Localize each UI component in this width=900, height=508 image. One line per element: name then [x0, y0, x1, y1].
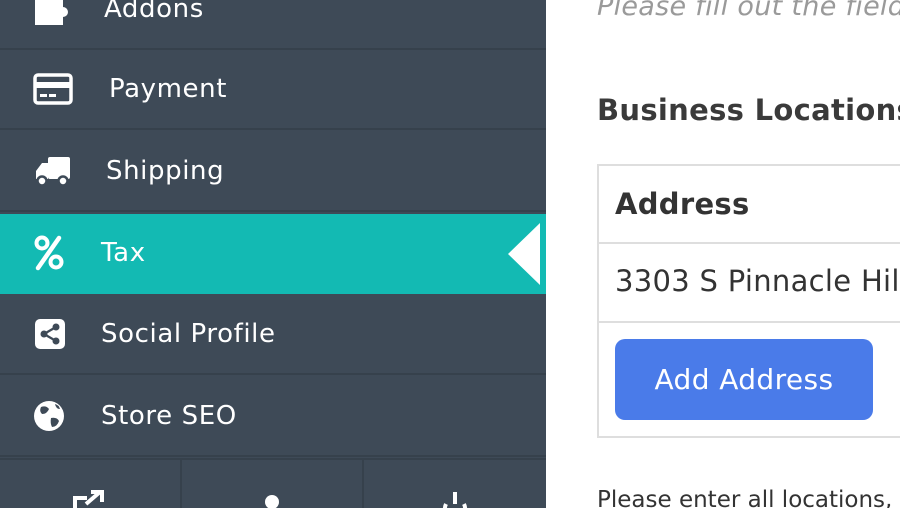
puzzle-icon [35, 0, 68, 25]
logout-button[interactable] [364, 460, 546, 508]
active-indicator [508, 223, 540, 285]
sidebar-item-label: Addons [104, 0, 204, 24]
sidebar: Addons Payment Shipping Tax Social Profi… [0, 0, 546, 508]
app-root: Addons Payment Shipping Tax Social Profi… [0, 0, 900, 508]
sidebar-item-store-seo[interactable]: Store SEO [0, 377, 546, 457]
address-cell: 3303 S Pinnacle Hills [615, 264, 900, 298]
sidebar-item-addons[interactable]: Addons [0, 0, 546, 50]
external-link-button[interactable] [0, 460, 182, 508]
table-row: 3303 S Pinnacle Hills [599, 244, 900, 323]
globe-icon [34, 401, 64, 431]
locations-note: Please enter all locations, i [597, 487, 900, 508]
sidebar-item-label: Tax [101, 238, 146, 268]
external-link-icon [73, 490, 104, 508]
power-icon [443, 492, 467, 508]
section-title: Business Locations [597, 93, 900, 127]
form-hint: Please fill out the fields [597, 0, 900, 22]
sidebar-item-tax[interactable]: Tax [0, 214, 546, 294]
sidebar-item-label: Payment [109, 74, 228, 104]
sidebar-item-label: Shipping [106, 156, 225, 186]
percent-icon [34, 235, 64, 271]
truck-icon [36, 157, 70, 187]
locations-table: Address 3303 S Pinnacle Hills Add Addres… [597, 164, 900, 438]
add-address-button[interactable]: Add Address [615, 339, 873, 420]
sidebar-item-payment[interactable]: Payment [0, 50, 546, 130]
sidebar-footer [0, 458, 546, 508]
table-header: Address [599, 166, 900, 244]
column-header-address: Address [615, 187, 750, 221]
user-profile-button[interactable] [182, 460, 364, 508]
sidebar-item-label: Store SEO [101, 401, 237, 431]
credit-card-icon [33, 73, 73, 105]
user-icon [265, 495, 279, 508]
sidebar-item-label: Social Profile [101, 319, 276, 349]
sidebar-item-social-profile[interactable]: Social Profile [0, 295, 546, 375]
sidebar-item-shipping[interactable]: Shipping [0, 132, 546, 212]
share-icon [35, 319, 65, 349]
main-content: Please fill out the fields Business Loca… [546, 0, 900, 508]
